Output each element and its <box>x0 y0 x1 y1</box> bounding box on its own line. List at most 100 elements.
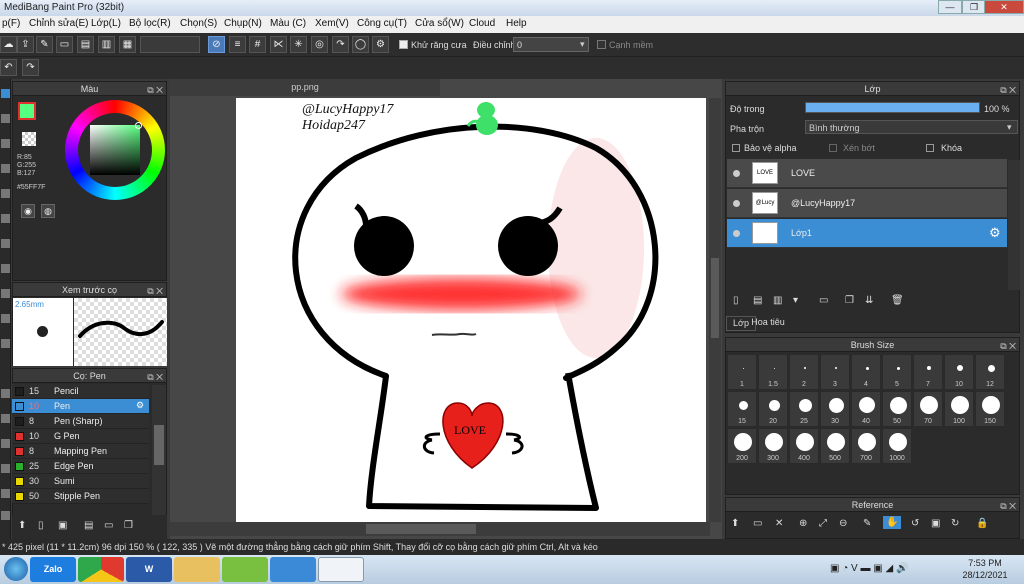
medibang-icon[interactable] <box>318 557 364 582</box>
ellipse-snap-icon[interactable]: ◯ <box>352 36 369 53</box>
delete-layer-icon[interactable]: 🗑 <box>891 295 904 306</box>
tab-navigator[interactable]: Hoa tiêu <box>748 316 788 331</box>
rotate-left-icon[interactable]: ↺ <box>911 518 919 529</box>
ie-icon[interactable] <box>270 557 316 582</box>
brush-size-option[interactable]: 15 <box>727 391 757 427</box>
crop-icon[interactable]: ▣ <box>931 518 940 529</box>
zalo-app[interactable]: Zalo <box>30 557 76 582</box>
brush-item[interactable]: 10 G Pen <box>12 429 149 444</box>
eyedropper-icon[interactable]: ✎ <box>863 518 871 529</box>
menu-view[interactable]: Xem(V) <box>315 18 349 29</box>
radial-snap-icon[interactable]: ✳ <box>290 36 307 53</box>
hue-wheel[interactable] <box>65 100 165 200</box>
brush-item[interactable]: 8 Mapping Pen <box>12 444 149 459</box>
drawing-canvas[interactable]: @LucyHappy17 Hoidap247 LOVE <box>236 98 706 522</box>
rotate-right-icon[interactable]: ↻ <box>951 518 959 529</box>
saturation-square[interactable] <box>90 125 140 175</box>
brush-size-option[interactable]: 10 <box>944 354 974 390</box>
minimize-button[interactable]: — <box>938 0 962 14</box>
select-tool-icon[interactable] <box>1 214 10 223</box>
visibility-icon[interactable] <box>733 170 740 177</box>
reference-close-icon[interactable]: ✕ <box>775 518 783 529</box>
menu-color[interactable]: Màu (C) <box>270 18 306 29</box>
brush-size-option[interactable]: 3 <box>820 354 850 390</box>
canvas-vertical-scrollbar[interactable] <box>709 98 721 522</box>
lasso-tool-icon[interactable] <box>1 239 10 248</box>
hand-icon[interactable]: ✋ <box>883 516 902 529</box>
brush-size-option[interactable]: 1.5 <box>758 354 788 390</box>
brush-settings-icon[interactable]: ⚙ <box>136 400 144 411</box>
menu-layer[interactable]: Lớp(L) <box>91 18 121 29</box>
antialias-checkbox[interactable] <box>399 40 408 49</box>
menu-capture[interactable]: Chụp(N) <box>224 18 262 29</box>
magic-wand-icon[interactable] <box>1 264 10 273</box>
edge-checkbox[interactable] <box>597 40 606 49</box>
brush-size-option[interactable]: 500 <box>820 428 850 464</box>
layer-row[interactable]: Lớp1 ⚙ <box>727 219 1007 248</box>
new-halftone-layer-icon[interactable]: ▤ <box>753 295 762 306</box>
layer-row[interactable]: LOVE LOVE <box>727 159 1007 188</box>
foreground-color-icon[interactable] <box>1 511 10 520</box>
shape-tool-icon[interactable] <box>1 489 10 498</box>
hand-tool-icon[interactable] <box>1 314 10 323</box>
brush-size-option[interactable]: 1000 <box>882 428 912 464</box>
brush-size-option[interactable]: 4 <box>851 354 881 390</box>
palette-icon[interactable]: ◉ <box>21 204 35 218</box>
brush-list-scrollbar[interactable] <box>152 385 166 515</box>
document-icon[interactable]: ▤ <box>77 36 94 53</box>
grid-icon[interactable]: ▦ <box>119 36 136 53</box>
color-picker-handle[interactable] <box>135 122 142 129</box>
comment-icon[interactable]: ✎ <box>36 36 53 53</box>
menu-file[interactable]: p(F) <box>2 18 20 29</box>
zoom-out-icon[interactable]: ⊖ <box>839 518 847 529</box>
zoom-in-icon[interactable]: ⊕ <box>799 518 807 529</box>
layer-scrollbar[interactable] <box>1008 160 1020 290</box>
start-button[interactable] <box>4 557 28 581</box>
brush-size-option[interactable]: 7 <box>913 354 943 390</box>
visibility-icon[interactable] <box>733 200 740 207</box>
message-icon[interactable]: ▭ <box>56 36 73 53</box>
dot-tool-icon[interactable] <box>1 464 10 473</box>
brush-item[interactable]: 30 Sumi <box>12 474 149 489</box>
brush-duplicate-icon[interactable]: ❐ <box>124 520 133 531</box>
text-tool-icon[interactable] <box>1 289 10 298</box>
brush-new-icon[interactable]: ▯ <box>38 520 44 531</box>
brush-item[interactable]: 25 Edge Pen <box>12 459 149 474</box>
eyedropper-icon[interactable] <box>1 339 10 348</box>
brush-item[interactable]: 50 Stipple Pen <box>12 489 149 504</box>
transform-tool-icon[interactable] <box>1 414 10 423</box>
brush-size-option[interactable]: 2 <box>789 354 819 390</box>
document-tab[interactable]: pp.png <box>170 79 440 96</box>
brush-size-option[interactable]: 40 <box>851 391 881 427</box>
cloud-icon[interactable]: ☁ <box>0 36 17 53</box>
divide-tool-icon[interactable] <box>1 389 10 398</box>
menu-filter[interactable]: Bộ lọc(R) <box>129 18 171 29</box>
menu-edit[interactable]: Chỉnh sửa(E) <box>29 18 89 29</box>
brush-add-icon[interactable]: ⬆ <box>18 520 26 531</box>
brush-edit-icon[interactable]: ▤ <box>84 520 93 531</box>
brush-item[interactable]: 8 Pen (Sharp) <box>12 414 149 429</box>
brush-size-option[interactable]: 700 <box>851 428 881 464</box>
brush-size-option[interactable]: 300 <box>758 428 788 464</box>
app-icon[interactable] <box>222 557 268 582</box>
reference-open-icon[interactable]: ▭ <box>753 518 762 529</box>
share-icon[interactable]: ⇪ <box>17 36 34 53</box>
new-layer-icon[interactable]: ▯ <box>733 295 739 306</box>
brush-size-option[interactable]: 1 <box>727 354 757 390</box>
clipping-checkbox[interactable] <box>829 144 837 152</box>
lock-checkbox[interactable] <box>926 144 934 152</box>
eraser-tool-icon[interactable] <box>1 114 10 123</box>
fill-tool-icon[interactable] <box>1 164 10 173</box>
menu-tools[interactable]: Công cụ(T) <box>357 18 407 29</box>
menu-cloud[interactable]: Cloud <box>469 18 495 29</box>
brush-size-option[interactable]: 100 <box>944 391 974 427</box>
vanish-snap-icon[interactable]: ⋉ <box>270 36 287 53</box>
move-tool-icon[interactable] <box>1 139 10 148</box>
curve-snap-icon[interactable]: ↷ <box>332 36 349 53</box>
brush-size-option[interactable]: 12 <box>975 354 1005 390</box>
brush-size-option[interactable]: 50 <box>882 391 912 427</box>
visibility-icon[interactable] <box>733 230 740 237</box>
zoom-tool-icon[interactable] <box>1 439 10 448</box>
menu-window[interactable]: Cửa sổ(W) <box>415 18 464 29</box>
foreground-swatch[interactable] <box>18 102 36 120</box>
